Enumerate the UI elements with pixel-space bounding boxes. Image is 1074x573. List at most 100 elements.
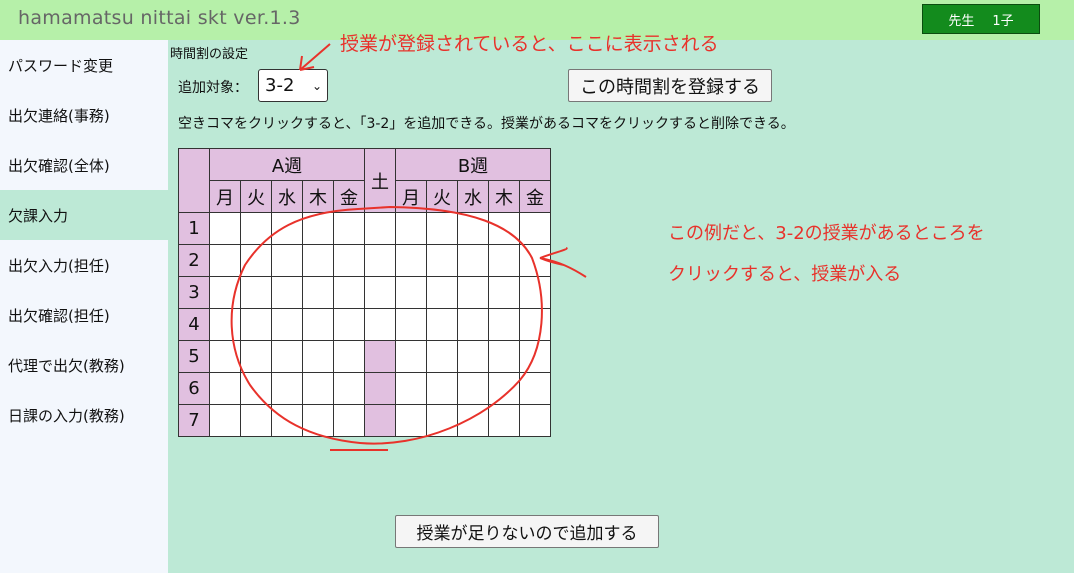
week-a-slot-cell[interactable]	[209, 404, 241, 437]
saturday-slot-cell[interactable]	[364, 308, 396, 341]
sidebar: パスワード変更 出欠連絡(事務) 出欠確認(全体) 欠課入力 出欠入力(担任) …	[0, 40, 168, 573]
week-a-slot-cell[interactable]	[302, 404, 334, 437]
week-a-slot-cell[interactable]	[271, 212, 303, 245]
saturday-slot-cell[interactable]	[364, 372, 396, 405]
week-b-slot-cell[interactable]	[426, 276, 458, 309]
week-a-slot-cell[interactable]	[209, 372, 241, 405]
target-class-select[interactable]: 3-2 ⌄	[258, 69, 328, 102]
week-b-slot-cell[interactable]	[395, 340, 427, 373]
week-b-slot-cell[interactable]	[488, 372, 520, 405]
week-b-slot-cell[interactable]	[488, 308, 520, 341]
main-content: 時間割の設定 追加対象： 3-2 ⌄ この時間割を登録する 空きコマをクリックす…	[168, 40, 1074, 573]
week-b-slot-cell[interactable]	[426, 340, 458, 373]
day-header: 金	[333, 180, 365, 213]
period-label: 1	[178, 212, 210, 245]
week-b-slot-cell[interactable]	[488, 340, 520, 373]
week-a-slot-cell[interactable]	[302, 276, 334, 309]
instruction-text: 空きコマをクリックすると、「3-2」を追加できる。授業があるコマをクリックすると…	[178, 116, 795, 132]
sidebar-item-daily-schedule[interactable]: 日課の入力(教務)	[0, 390, 168, 440]
user-role: 先生	[948, 13, 975, 29]
week-b-slot-cell[interactable]	[395, 244, 427, 277]
week-a-slot-cell[interactable]	[271, 276, 303, 309]
week-a-slot-cell[interactable]	[209, 276, 241, 309]
week-a-slot-cell[interactable]	[209, 340, 241, 373]
week-b-slot-cell[interactable]	[395, 308, 427, 341]
week-b-slot-cell[interactable]	[519, 212, 551, 245]
week-a-slot-cell[interactable]	[209, 212, 241, 245]
sidebar-item-attendance-check-homeroom[interactable]: 出欠確認(担任)	[0, 290, 168, 340]
week-a-slot-cell[interactable]	[240, 308, 272, 341]
week-b-slot-cell[interactable]	[519, 276, 551, 309]
week-b-slot-cell[interactable]	[426, 404, 458, 437]
saturday-slot-cell[interactable]	[364, 340, 396, 373]
sidebar-item-attendance-check-all[interactable]: 出欠確認(全体)	[0, 140, 168, 190]
week-b-slot-cell[interactable]	[395, 372, 427, 405]
sidebar-item-absence-input[interactable]: 欠課入力	[0, 190, 168, 240]
day-header: 月	[395, 180, 427, 213]
saturday-slot-cell[interactable]	[364, 404, 396, 437]
week-b-slot-cell[interactable]	[457, 276, 489, 309]
week-a-slot-cell[interactable]	[271, 372, 303, 405]
week-a-slot-cell[interactable]	[302, 340, 334, 373]
sidebar-item-password[interactable]: パスワード変更	[0, 40, 168, 90]
week-a-slot-cell[interactable]	[209, 308, 241, 341]
week-b-slot-cell[interactable]	[457, 372, 489, 405]
week-a-slot-cell[interactable]	[240, 212, 272, 245]
saturday-slot-cell[interactable]	[364, 276, 396, 309]
week-a-slot-cell[interactable]	[302, 372, 334, 405]
week-a-slot-cell[interactable]	[240, 244, 272, 277]
week-b-slot-cell[interactable]	[426, 372, 458, 405]
week-a-slot-cell[interactable]	[271, 404, 303, 437]
saturday-slot-cell[interactable]	[364, 212, 396, 245]
saturday-slot-cell[interactable]	[364, 244, 396, 277]
week-b-slot-cell[interactable]	[457, 244, 489, 277]
user-menu-button[interactable]: 先生 1子	[922, 4, 1040, 34]
week-b-slot-cell[interactable]	[457, 308, 489, 341]
week-b-slot-cell[interactable]	[488, 276, 520, 309]
week-b-slot-cell[interactable]	[457, 340, 489, 373]
chevron-down-icon: ⌄	[311, 79, 322, 93]
week-a-slot-cell[interactable]	[302, 244, 334, 277]
week-b-slot-cell[interactable]	[519, 308, 551, 341]
week-b-slot-cell[interactable]	[426, 212, 458, 245]
week-b-slot-cell[interactable]	[519, 372, 551, 405]
week-b-slot-cell[interactable]	[395, 276, 427, 309]
sidebar-item-proxy-attendance[interactable]: 代理で出欠(教務)	[0, 340, 168, 390]
week-a-header: A週	[209, 148, 365, 181]
week-a-slot-cell[interactable]	[333, 340, 365, 373]
sidebar-item-attendance-input-homeroom[interactable]: 出欠入力(担任)	[0, 240, 168, 290]
week-a-slot-cell[interactable]	[271, 244, 303, 277]
week-b-slot-cell[interactable]	[457, 212, 489, 245]
week-a-slot-cell[interactable]	[333, 244, 365, 277]
week-a-slot-cell[interactable]	[240, 372, 272, 405]
add-lesson-button[interactable]: 授業が足りないので追加する	[395, 515, 659, 548]
week-a-slot-cell[interactable]	[240, 404, 272, 437]
week-a-slot-cell[interactable]	[302, 212, 334, 245]
week-a-slot-cell[interactable]	[333, 212, 365, 245]
week-b-slot-cell[interactable]	[519, 244, 551, 277]
week-b-slot-cell[interactable]	[457, 404, 489, 437]
sidebar-item-attendance-report-office[interactable]: 出欠連絡(事務)	[0, 90, 168, 140]
week-b-slot-cell[interactable]	[519, 340, 551, 373]
week-a-slot-cell[interactable]	[333, 372, 365, 405]
week-a-slot-cell[interactable]	[333, 404, 365, 437]
week-b-slot-cell[interactable]	[488, 244, 520, 277]
register-timetable-button[interactable]: この時間割を登録する	[568, 69, 772, 102]
week-b-slot-cell[interactable]	[519, 404, 551, 437]
week-b-slot-cell[interactable]	[488, 212, 520, 245]
week-a-slot-cell[interactable]	[240, 276, 272, 309]
week-b-slot-cell[interactable]	[488, 404, 520, 437]
week-a-slot-cell[interactable]	[333, 276, 365, 309]
annotation-right-line2: クリックすると、授業が入る	[668, 264, 902, 285]
week-b-slot-cell[interactable]	[395, 404, 427, 437]
day-header: 木	[488, 180, 520, 213]
week-a-slot-cell[interactable]	[271, 340, 303, 373]
week-a-slot-cell[interactable]	[240, 340, 272, 373]
week-a-slot-cell[interactable]	[209, 244, 241, 277]
week-a-slot-cell[interactable]	[333, 308, 365, 341]
week-a-slot-cell[interactable]	[271, 308, 303, 341]
week-a-slot-cell[interactable]	[302, 308, 334, 341]
week-b-slot-cell[interactable]	[426, 308, 458, 341]
week-b-slot-cell[interactable]	[426, 244, 458, 277]
week-b-slot-cell[interactable]	[395, 212, 427, 245]
